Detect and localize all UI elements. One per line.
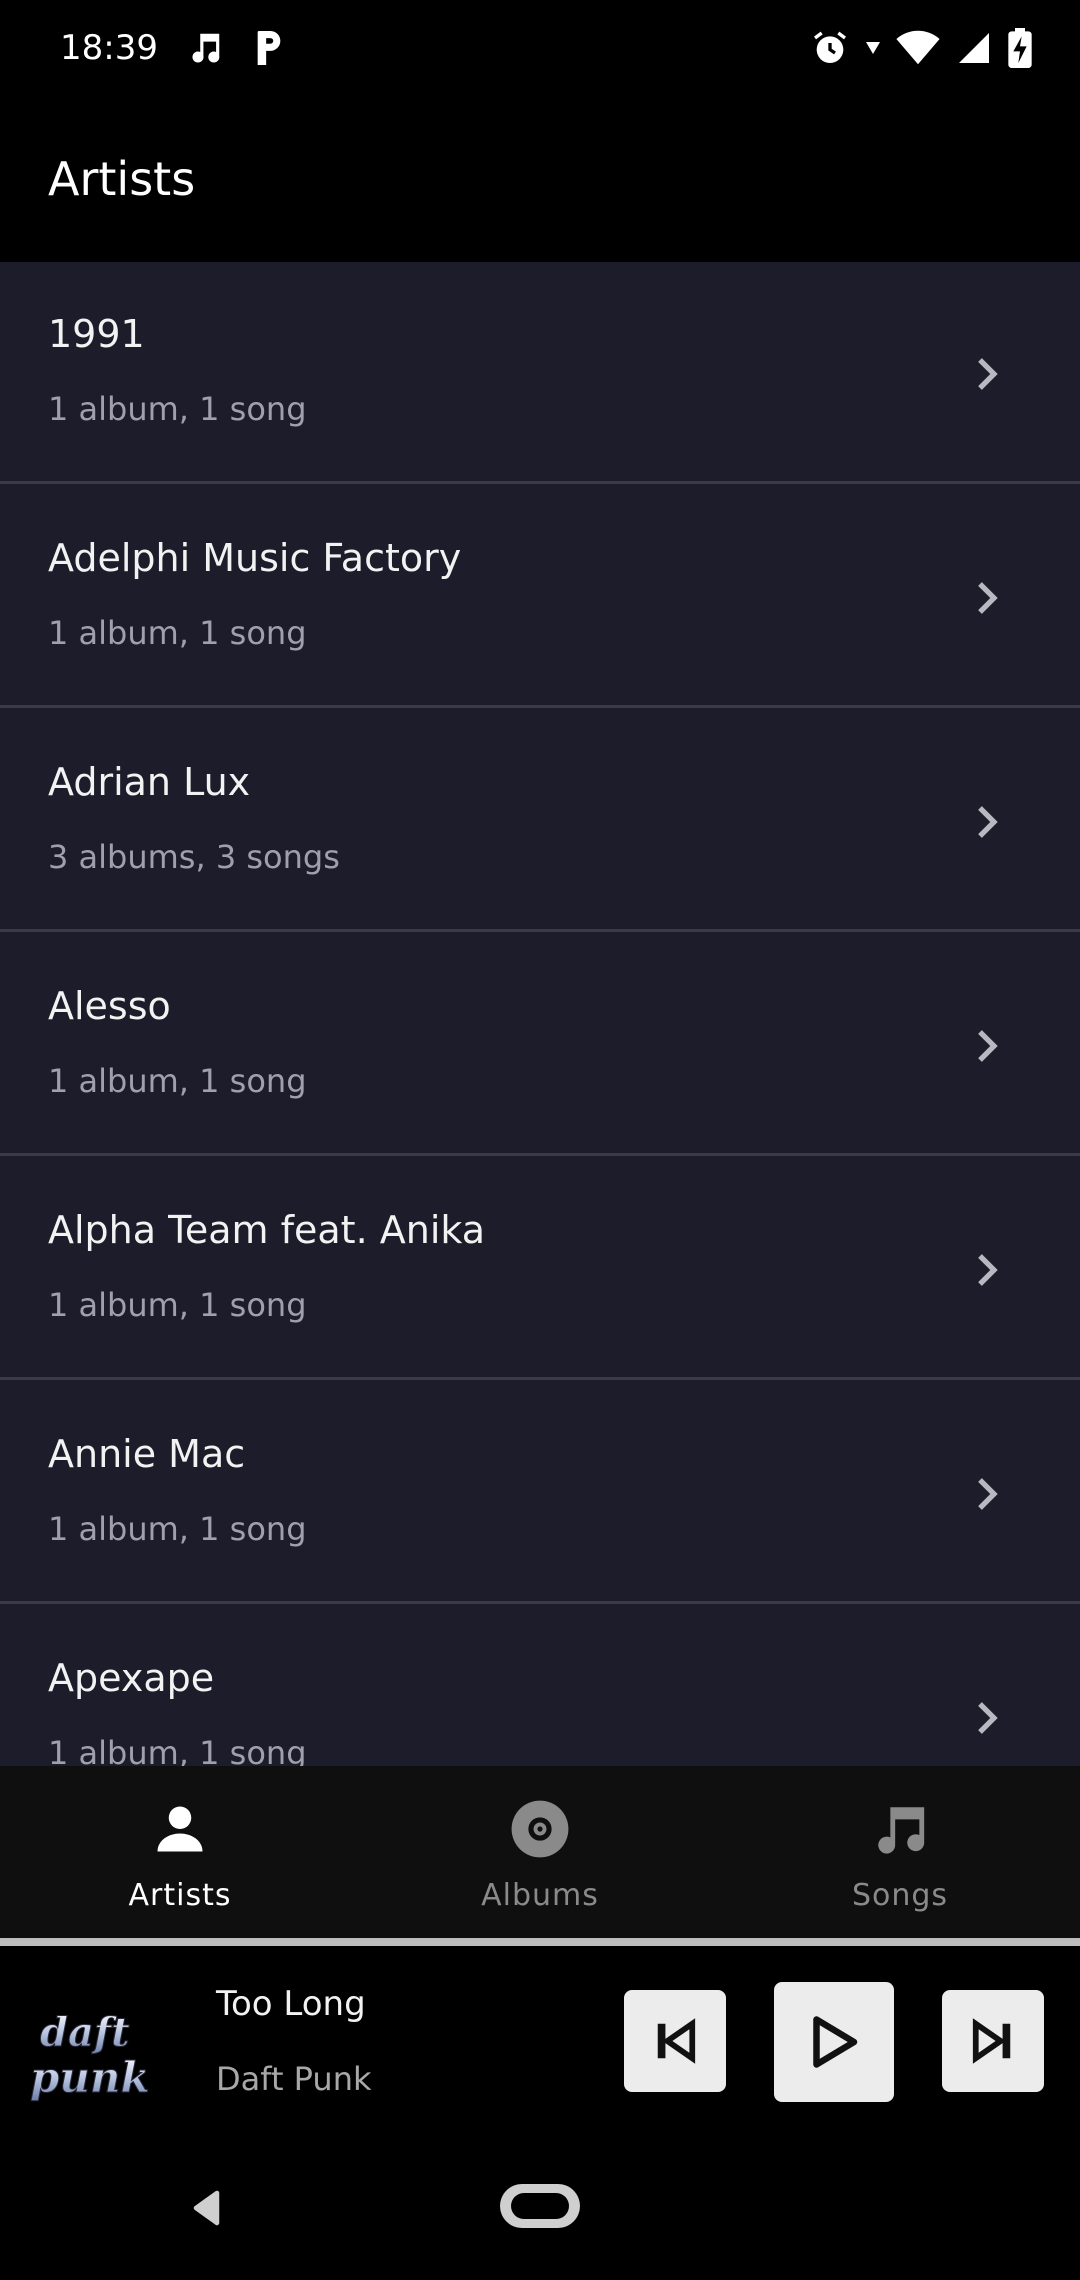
chevron-right-icon — [978, 358, 998, 390]
status-bar: 18:39 — [0, 0, 1080, 95]
track-title: Too Long — [216, 1984, 366, 2024]
artist-name: Apexape — [48, 1656, 215, 1700]
status-time: 18:39 — [60, 27, 158, 68]
tab-albums[interactable]: Albums — [360, 1766, 720, 1938]
chevron-right-icon — [978, 1478, 998, 1510]
status-left: 18:39 — [60, 28, 286, 68]
album-art: daft punk — [24, 1984, 192, 2114]
tab-label: Songs — [851, 1878, 949, 1913]
artist-meta: 1 album, 1 song — [48, 1734, 307, 1766]
previous-button[interactable] — [624, 1990, 726, 2092]
play-button[interactable] — [774, 1982, 894, 2102]
status-right — [810, 27, 1032, 68]
alarm-icon — [810, 28, 850, 68]
next-button[interactable] — [942, 1990, 1044, 2092]
artist-meta: 1 album, 1 song — [48, 1510, 307, 1548]
list-item[interactable]: Alpha Team feat. Anika 1 album, 1 song — [0, 1158, 1080, 1380]
tab-label: Albums — [481, 1878, 599, 1913]
tab-label: Artists — [128, 1878, 232, 1913]
artist-name: Adelphi Music Factory — [48, 536, 462, 580]
music-note-icon — [186, 28, 224, 68]
app-bar: Artists — [0, 95, 1080, 262]
home-pill-ring — [511, 2193, 569, 2219]
battery-charging-icon — [1008, 27, 1032, 68]
tab-artists[interactable]: Artists — [0, 1766, 360, 1938]
svg-text:punk: punk — [30, 2053, 150, 2102]
previous-icon — [657, 2018, 696, 2064]
chevron-right-icon — [978, 1702, 998, 1734]
chevron-right-icon — [978, 806, 998, 838]
artist-list[interactable]: 1991 1 album, 1 song Adelphi Music Facto… — [0, 262, 1080, 1766]
artist-meta: 3 albums, 3 songs — [48, 838, 340, 876]
play-icon — [813, 2016, 858, 2068]
chevron-right-icon — [978, 1254, 998, 1286]
list-item[interactable]: Annie Mac 1 album, 1 song — [0, 1382, 1080, 1604]
artist-name: Alpha Team feat. Anika — [48, 1208, 485, 1252]
disc-icon — [509, 1798, 571, 1860]
chevron-right-icon — [978, 582, 998, 614]
data-arrow-icon — [866, 41, 880, 54]
artist-name: 1991 — [48, 312, 145, 356]
bottom-navigation: Artists Albums Songs — [0, 1766, 1080, 1938]
parking-icon — [252, 28, 286, 68]
artist-name: Alesso — [48, 984, 171, 1028]
artist-name: Adrian Lux — [48, 760, 251, 804]
signal-icon — [956, 30, 992, 66]
music-note-icon — [869, 1798, 931, 1860]
list-item[interactable]: Adelphi Music Factory 1 album, 1 song — [0, 486, 1080, 708]
artist-meta: 1 album, 1 song — [48, 1286, 307, 1324]
artist-meta: 1 album, 1 song — [48, 390, 307, 428]
tab-songs[interactable]: Songs — [720, 1766, 1080, 1938]
list-item[interactable]: Apexape 1 album, 1 song — [0, 1606, 1080, 1766]
list-item[interactable]: Alesso 1 album, 1 song — [0, 934, 1080, 1156]
back-icon[interactable] — [190, 2190, 226, 2226]
playback-progress-fill — [0, 1938, 1080, 1946]
track-artist: Daft Punk — [216, 2060, 372, 2098]
person-icon — [149, 1798, 211, 1860]
artist-meta: 1 album, 1 song — [48, 1062, 307, 1100]
next-icon — [972, 2018, 1011, 2064]
page-title: Artists — [48, 151, 196, 206]
list-item[interactable]: Adrian Lux 3 albums, 3 songs — [0, 710, 1080, 932]
playback-progress-bar[interactable] — [0, 1938, 1080, 1946]
svg-text:daft: daft — [40, 2009, 130, 2056]
list-item[interactable]: 1991 1 album, 1 song — [0, 262, 1080, 484]
daft-punk-logo: daft punk — [24, 1984, 192, 2114]
wifi-icon — [896, 30, 940, 66]
chevron-right-icon — [978, 1030, 998, 1062]
home-button[interactable] — [500, 2184, 580, 2228]
artist-name: Annie Mac — [48, 1432, 246, 1476]
mini-player[interactable]: daft punk Too Long Daft Punk — [0, 1946, 1080, 2140]
artist-meta: 1 album, 1 song — [48, 614, 307, 652]
system-navigation-bar — [0, 2140, 1080, 2280]
